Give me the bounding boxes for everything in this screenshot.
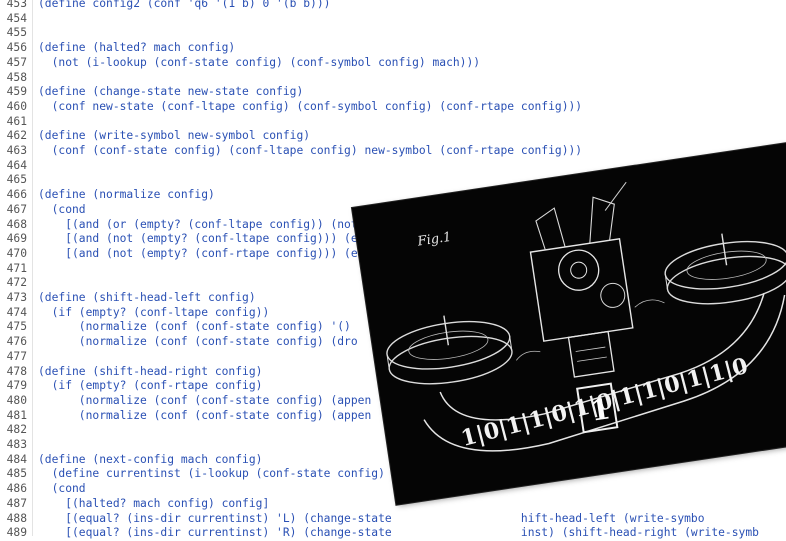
line-number: 462 [6,129,27,143]
code-text: (define (change-state new-state config) [38,85,304,99]
line-number: 456 [6,41,27,55]
code-line[interactable]: 457 (not (i-lookup (conf-state config) (… [0,56,786,71]
code-text: (conf new-state (conf-ltape config) (con… [38,99,583,113]
code-text: (define (normalize config) [38,188,215,202]
code-line[interactable]: 459 (define (change-state new-state confi… [0,85,786,100]
code-text: (define (write-symbol new-symbol config) [38,129,311,143]
turing-machine-drawing: 1|0|1|1|0|1|0|1|1|0|1|1|0 1 [386,181,786,452]
line-number: 477 [6,349,27,363]
code-text: [(equal? (ins-dir currentinst) 'L) (chan… [38,511,705,525]
code-text: (not (i-lookup (conf-state config) (conf… [38,55,481,69]
line-number: 465 [6,173,27,187]
line-number: 460 [6,99,27,113]
line-number: 480 [6,393,27,407]
line-number: 457 [6,55,27,69]
code-text: (define (shift-head-right config) [38,364,263,378]
code-text: (normalize (conf (conf-state config) (ap… [38,393,372,407]
line-number: 486 [6,482,27,496]
code-line[interactable]: 489 [(equal? (ins-dir currentinst) 'R) (… [0,526,786,541]
code-line[interactable]: 458 [0,71,786,86]
line-number: 458 [6,70,27,84]
code-line[interactable]: 462 (define (write-symbol new-symbol conf… [0,129,786,144]
line-number: 470 [6,246,27,260]
line-number: 454 [6,11,27,25]
code-text: (define (next-config mach config) [38,452,263,466]
line-number: 482 [6,423,27,437]
line-number: 488 [6,511,27,525]
line-number: 459 [6,85,27,99]
line-number: 489 [6,526,27,540]
code-text: (define currentinst (i-lookup (conf-stat… [38,467,385,481]
line-number: 464 [6,158,27,172]
code-text: (conf (conf-state config) (conf-ltape co… [38,144,583,157]
code-line[interactable]: 453 (define config2 (conf 'q6 '(1 b) 0 '(… [0,0,786,12]
line-number: 472 [6,276,27,290]
line-number: 474 [6,305,27,319]
code-line[interactable]: 456 (define (halted? mach config) [0,41,786,56]
line-number: 483 [6,438,27,451]
turing-machine-illustration: 1|0|1|1|0|1|0|1|1|0|1|1|0 1 Fig.1 [352,142,786,505]
code-line[interactable]: 463 (conf (conf-state config) (conf-ltap… [0,144,786,159]
line-number: 463 [6,144,27,157]
line-number: 468 [6,217,27,231]
code-line[interactable]: 461 [0,115,786,130]
code-line[interactable]: 487 [(halted? mach config) config] [0,497,786,512]
line-number: 481 [6,408,27,422]
code-text: (normalize (conf (conf-state config) '() [38,320,351,334]
line-number: 479 [6,379,27,393]
code-text: (cond [38,482,86,496]
line-number: 476 [6,335,27,349]
line-number: 471 [6,261,27,275]
code-text: (if (empty? (conf-ltape config)) [38,305,270,319]
code-text: (define (shift-head-left config) [38,291,256,304]
code-text: (normalize (conf (conf-state config) (ap… [38,408,372,422]
line-number: 478 [6,364,27,378]
line-number: 475 [6,320,27,334]
line-number: 484 [6,452,27,466]
code-line[interactable]: 488 [(equal? (ins-dir currentinst) 'L) (… [0,512,786,527]
line-number: 455 [6,26,27,40]
code-line[interactable]: 460 (conf new-state (conf-ltape config) … [0,100,786,115]
code-text: [(halted? mach config) config] [38,496,270,510]
code-text: (define config2 (conf 'q6 '(1 b) 0 '(b b… [38,0,331,10]
line-number: 467 [6,202,27,216]
code-text: (cond [38,202,86,216]
code-line[interactable]: 455 [0,26,786,41]
line-number: 461 [6,114,27,128]
code-text: (if (empty? (conf-rtape config) [38,379,263,393]
code-text: (define (halted? mach config) [38,41,236,55]
line-number: 466 [6,188,27,202]
line-number: 485 [6,467,27,481]
line-number: 487 [6,496,27,510]
line-number: 453 [6,0,27,10]
code-line[interactable]: 454 [0,12,786,27]
line-number: 469 [6,232,27,246]
code-text: [(equal? (ins-dir currentinst) 'R) (chan… [38,526,759,540]
line-number: 473 [6,291,27,304]
